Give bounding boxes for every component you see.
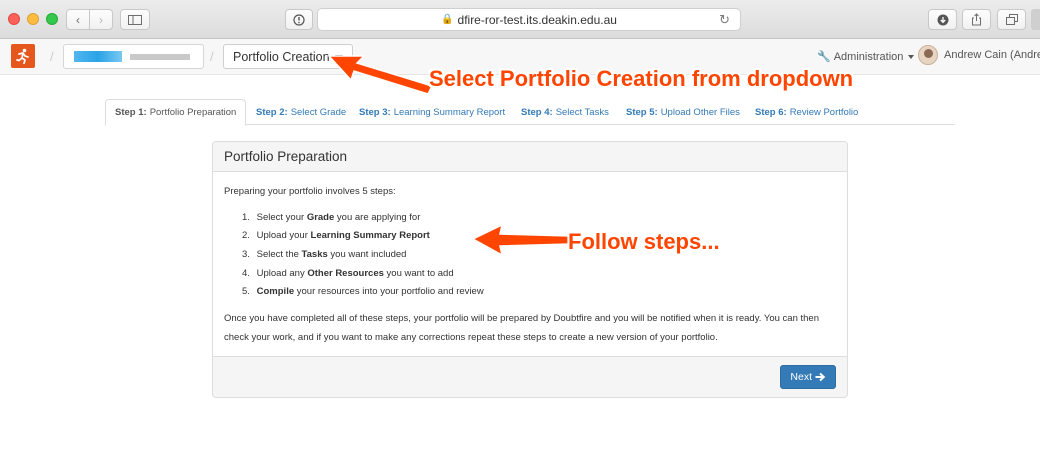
administration-menu[interactable]: 🔧 Administration xyxy=(817,50,915,63)
step-label: Portfolio Preparation xyxy=(149,107,237,118)
list-item: 5. Compile your resources into your port… xyxy=(242,286,484,298)
annotation-follow-steps: Follow steps... xyxy=(568,229,720,254)
breadcrumb-separator: / xyxy=(210,49,214,64)
annotation-arrow-dropdown xyxy=(327,55,434,95)
reader-icon xyxy=(293,13,305,26)
download-button[interactable] xyxy=(928,9,957,30)
administration-label: Administration xyxy=(833,50,904,63)
step-prefix: Step 5: xyxy=(626,106,658,118)
tab-step-6[interactable]: Step 6: Review Portfolio xyxy=(755,99,858,125)
unit-code-blurred xyxy=(74,51,122,62)
next-button[interactable]: Next xyxy=(780,365,836,389)
share-button[interactable] xyxy=(962,9,991,30)
step-label: Review Portfolio xyxy=(789,106,859,118)
portfolio-creation-label: Portfolio Creation xyxy=(233,49,330,64)
share-icon xyxy=(972,13,981,26)
intro-text: Preparing your portfolio involves 5 step… xyxy=(224,186,396,197)
chevron-left-icon: ‹ xyxy=(76,12,80,27)
sidebar-icon xyxy=(128,14,142,25)
breadcrumb-separator: / xyxy=(50,49,54,64)
step-label: Select Tasks xyxy=(555,106,609,118)
unit-name-blurred xyxy=(130,54,190,60)
download-icon xyxy=(937,14,948,25)
reader-button[interactable] xyxy=(285,9,313,30)
tab-step-5[interactable]: Step 5: Upload Other Files xyxy=(626,99,740,125)
outro-text: Once you have completed all of these ste… xyxy=(224,312,819,343)
step-prefix: Step 1: xyxy=(115,107,147,118)
back-button[interactable]: ‹ xyxy=(66,9,90,30)
step-label: Learning Summary Report xyxy=(393,106,506,118)
portfolio-preparation-panel: Portfolio Preparation Preparing your por… xyxy=(212,141,848,398)
next-label: Next xyxy=(790,371,812,383)
doubtfire-logo[interactable] xyxy=(11,44,35,68)
tab-step-1[interactable]: Step 1: Portfolio Preparation xyxy=(105,99,247,126)
user-menu[interactable]: Andrew Cain (Andrew) xyxy=(918,45,1040,65)
user-name-label: Andrew Cain (Andrew) xyxy=(944,49,1040,61)
panel-title: Portfolio Preparation xyxy=(213,142,847,172)
tab-step-4[interactable]: Step 4: Select Tasks xyxy=(521,99,609,125)
unit-selector[interactable] xyxy=(63,44,204,69)
url-text: dfire-ror-test.its.deakin.edu.au xyxy=(457,12,617,27)
lock-icon: 🔒 xyxy=(441,14,454,25)
address-bar[interactable]: 🔒 dfire-ror-test.its.deakin.edu.au ↻ xyxy=(317,8,741,31)
annotation-select-dropdown: Select Portfolio Creation from dropdown xyxy=(429,66,854,91)
zoom-window-button[interactable] xyxy=(46,13,58,25)
step-prefix: Step 2: xyxy=(256,106,288,118)
avatar xyxy=(918,45,938,65)
close-window-button[interactable] xyxy=(8,13,20,25)
minimize-window-button[interactable] xyxy=(27,13,39,25)
step-prefix: Step 6: xyxy=(755,106,787,118)
wrench-icon: 🔧 xyxy=(817,51,831,63)
sidebar-button[interactable] xyxy=(120,9,150,30)
step-prefix: Step 3: xyxy=(359,106,391,118)
panel-footer: Next xyxy=(213,356,847,397)
step-label: Upload Other Files xyxy=(660,106,740,118)
list-item: 4. Upload any Other Resources you want t… xyxy=(242,267,454,279)
reload-icon[interactable]: ↻ xyxy=(719,12,730,28)
annotation-arrow-steps xyxy=(471,223,571,257)
step-prefix: Step 4: xyxy=(521,106,553,118)
tabs-button[interactable] xyxy=(997,9,1026,30)
step-label: Select Grade xyxy=(290,106,347,118)
caret-down-icon xyxy=(908,54,915,59)
browser-toolbar: ‹ › 🔒 dfire-ror-test.its.deakin.edu.au ↻ xyxy=(0,0,1040,39)
chrome-edge xyxy=(1031,9,1040,30)
portfolio-steps-nav: Step 1: Portfolio Preparation Step 2: Se… xyxy=(105,99,955,126)
arrow-right-icon xyxy=(815,372,826,382)
tab-step-3[interactable]: Step 3: Learning Summary Report xyxy=(359,99,505,125)
running-figure-icon xyxy=(16,48,29,64)
tabs-icon xyxy=(1005,14,1018,25)
chevron-right-icon: › xyxy=(99,12,103,27)
tab-step-2[interactable]: Step 2: Select Grade xyxy=(256,99,346,125)
forward-button[interactable]: › xyxy=(89,9,113,30)
